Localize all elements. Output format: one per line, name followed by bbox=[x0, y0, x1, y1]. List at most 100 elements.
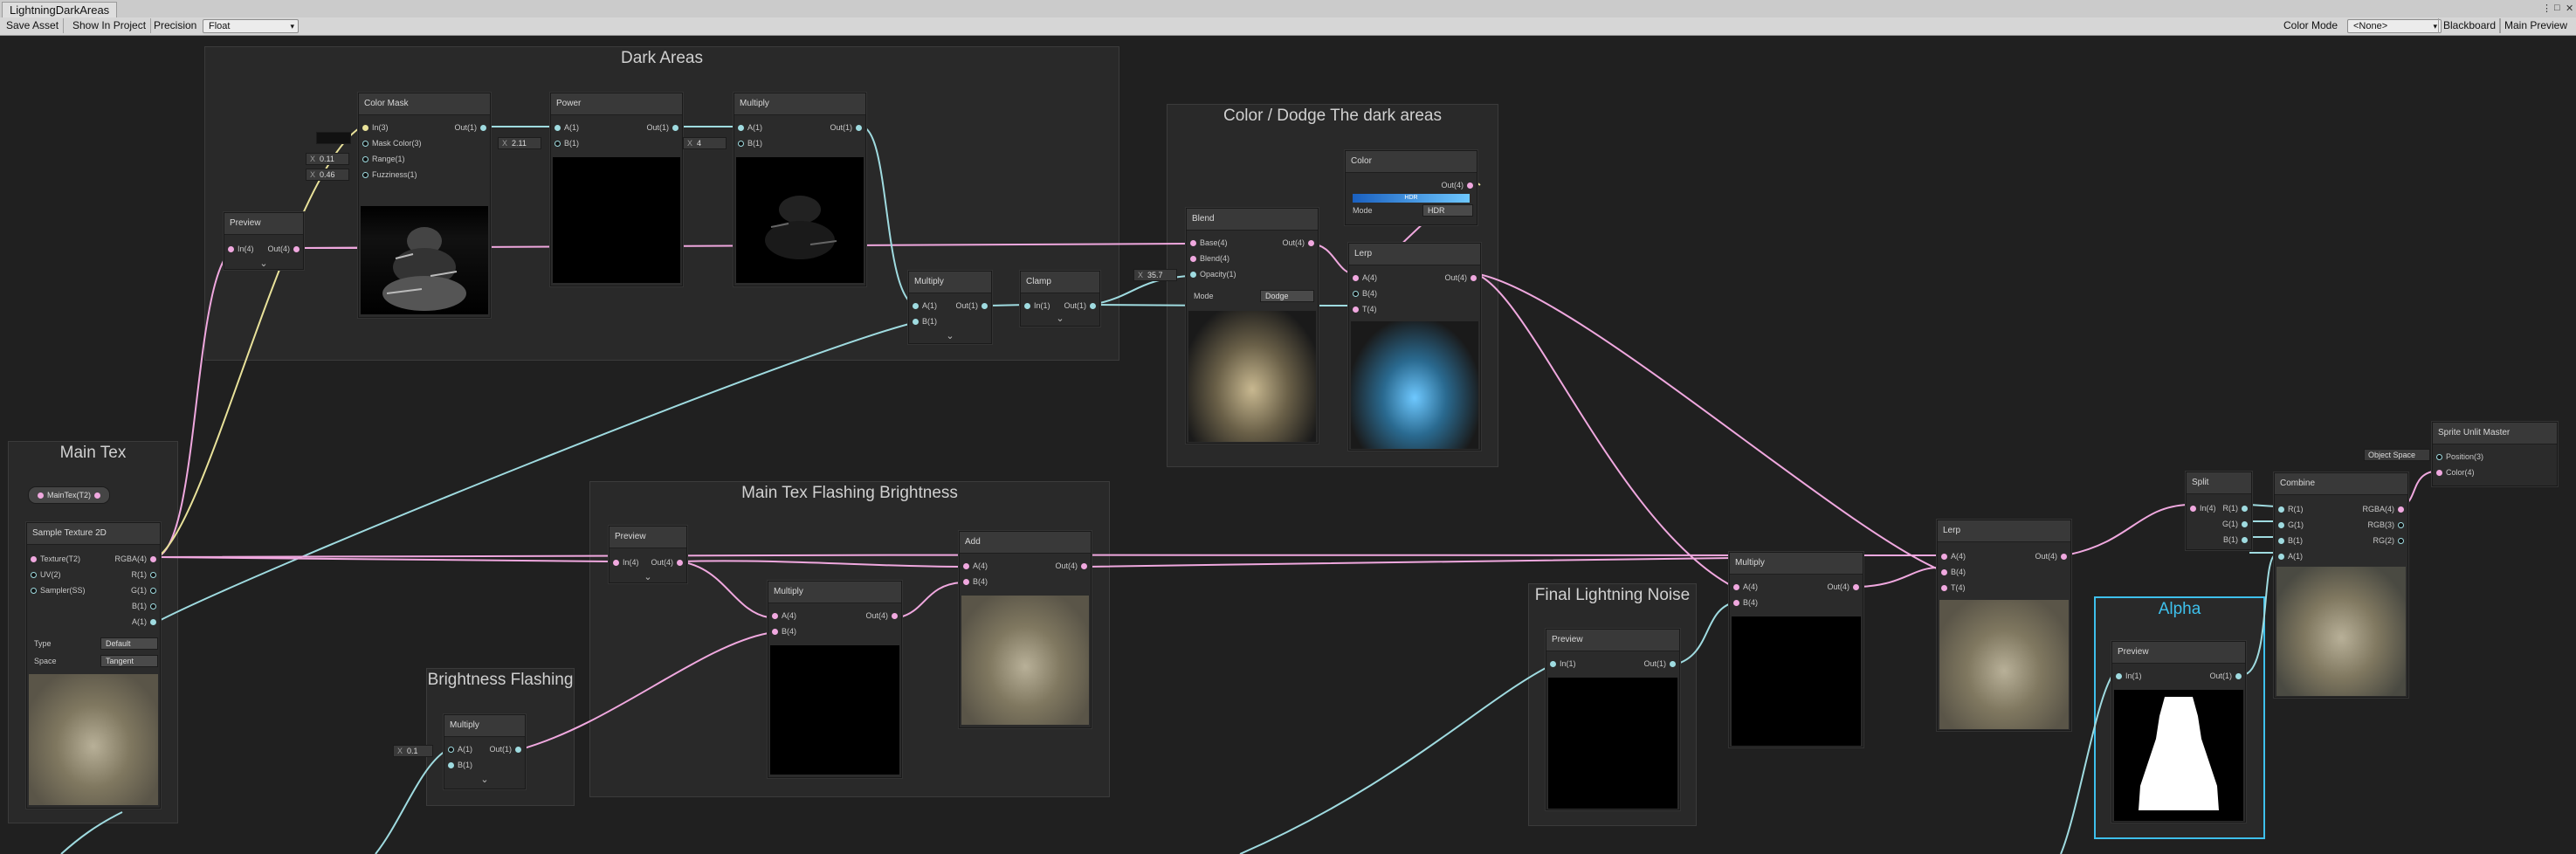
input-port[interactable]: B(4) bbox=[1349, 288, 1377, 299]
output-port[interactable]: Out(1) bbox=[454, 122, 490, 133]
split-node[interactable]: Split In(4) R(1) G(1) B(1) bbox=[2186, 472, 2252, 550]
output-port[interactable]: Out(4) bbox=[2035, 551, 2070, 561]
input-port[interactable]: B(1) bbox=[909, 316, 937, 327]
output-port[interactable]: Out(1) bbox=[1643, 658, 1679, 669]
input-port[interactable]: Color(4) bbox=[2433, 467, 2475, 478]
output-port[interactable]: A(1) bbox=[132, 616, 160, 627]
input-port[interactable]: A(4) bbox=[1349, 272, 1377, 283]
input-port[interactable]: B(1) bbox=[2275, 535, 2303, 546]
input-port[interactable]: B(4) bbox=[1938, 567, 1966, 577]
power-node[interactable]: Power A(1) B(1) Out(1) bbox=[550, 93, 683, 286]
preview-node[interactable]: Preview In(1) Out(1) bbox=[1546, 629, 1680, 810]
output-port[interactable]: RGBA(4) bbox=[114, 554, 160, 564]
multiply-node[interactable]: Multiply A(4) B(4) Out(4) bbox=[1729, 552, 1863, 747]
output-port[interactable]: Out(1) bbox=[830, 122, 865, 133]
sample-texture-2d-node[interactable]: Sample Texture 2D Texture(T2) UV(2) Samp… bbox=[26, 522, 161, 809]
opacity-field[interactable]: X 35.7 bbox=[1133, 269, 1177, 281]
type-dropdown[interactable]: Default bbox=[100, 637, 158, 650]
input-port[interactable]: A(4) bbox=[960, 561, 988, 571]
clamp-node[interactable]: Clamp In(1) Out(1) ⌄ bbox=[1020, 271, 1100, 327]
input-port[interactable]: A(1) bbox=[909, 300, 937, 311]
multiply-a-field[interactable]: X 0.1 bbox=[393, 745, 433, 757]
input-port[interactable]: B(1) bbox=[551, 138, 579, 148]
input-port[interactable]: UV(2) bbox=[27, 569, 61, 580]
output-port[interactable]: Out(1) bbox=[646, 122, 682, 133]
input-port[interactable]: T(4) bbox=[1349, 304, 1377, 314]
input-port[interactable]: A(1) bbox=[551, 122, 579, 133]
hdr-color-swatch[interactable]: HDR bbox=[1353, 194, 1470, 203]
color-mode-node-dropdown[interactable]: HDR bbox=[1422, 204, 1473, 217]
multiply-node[interactable]: Multiply A(1) B(1) Out(1) ⌄ bbox=[444, 714, 526, 789]
lerp-node[interactable]: Lerp A(4) B(4) T(4) Out(4) bbox=[1937, 520, 2071, 731]
add-node[interactable]: Add A(4) B(4) Out(4) bbox=[959, 531, 1092, 728]
output-port[interactable]: RG(2) bbox=[2373, 535, 2408, 546]
input-port[interactable]: In(4) bbox=[610, 557, 639, 568]
output-port[interactable]: R(1) bbox=[132, 569, 161, 580]
input-port[interactable]: Range(1) bbox=[359, 154, 405, 164]
input-port[interactable]: A(4) bbox=[768, 610, 796, 621]
mask-color-swatch[interactable] bbox=[316, 132, 351, 144]
fuzziness-field[interactable]: X 0.46 bbox=[306, 169, 349, 181]
input-port[interactable]: A(1) bbox=[734, 122, 762, 133]
input-port[interactable]: A(1) bbox=[444, 744, 472, 754]
output-port[interactable]: RGB(3) bbox=[2367, 520, 2407, 530]
input-port[interactable]: Texture(T2) bbox=[27, 554, 80, 564]
output-port[interactable]: Out(1) bbox=[1064, 300, 1099, 311]
collapse-chevron-icon[interactable]: ⌄ bbox=[909, 330, 991, 341]
color-mask-node[interactable]: Color Mask In(3) Mask Color(3) Range(1) … bbox=[358, 93, 491, 318]
input-port[interactable]: Position(3) bbox=[2433, 451, 2483, 462]
input-port[interactable]: Mask Color(3) bbox=[359, 138, 422, 148]
output-port[interactable]: Out(1) bbox=[955, 300, 991, 311]
input-port[interactable]: In(4) bbox=[2187, 503, 2216, 513]
blend-node[interactable]: Blend Base(4) Blend(4) Opacity(1) Out(4)… bbox=[1186, 208, 1319, 444]
multiply-node[interactable]: Multiply A(1) B(1) Out(1) ⌄ bbox=[908, 271, 992, 344]
main-tex-property[interactable]: MainTex(T2) bbox=[28, 486, 111, 504]
output-port[interactable]: RGBA(4) bbox=[2362, 504, 2407, 514]
output-port[interactable]: Out(1) bbox=[2209, 671, 2245, 681]
preview-node[interactable]: Preview In(4) Out(4) ⌄ bbox=[224, 212, 304, 270]
input-port[interactable]: B(4) bbox=[960, 576, 988, 587]
output-port[interactable]: Out(1) bbox=[489, 744, 525, 754]
range-field[interactable]: X 0.11 bbox=[306, 153, 349, 165]
preview-node[interactable]: Preview In(1) Out(1) bbox=[2111, 641, 2246, 823]
input-port[interactable]: In(4) bbox=[224, 244, 254, 254]
input-port[interactable]: In(1) bbox=[2112, 671, 2142, 681]
output-port[interactable]: B(1) bbox=[2223, 534, 2251, 545]
multiply-b-field[interactable]: X4 bbox=[683, 137, 727, 149]
input-port[interactable]: In(3) bbox=[359, 122, 389, 133]
output-port[interactable]: Out(4) bbox=[865, 610, 901, 621]
collapse-chevron-icon[interactable]: ⌄ bbox=[1021, 313, 1099, 324]
lerp-node[interactable]: Lerp A(4) B(4) T(4) Out(4) bbox=[1348, 243, 1481, 451]
input-port[interactable]: G(1) bbox=[2275, 520, 2304, 530]
input-port[interactable]: Fuzziness(1) bbox=[359, 169, 417, 180]
object-space-field[interactable]: Object Space bbox=[2364, 449, 2430, 461]
multiply-node[interactable]: Multiply A(4) B(4) Out(4) bbox=[768, 581, 902, 778]
multiply-node[interactable]: Multiply A(1) B(1) Out(1) bbox=[734, 93, 866, 286]
input-port[interactable]: In(1) bbox=[1021, 300, 1050, 311]
input-port[interactable]: T(4) bbox=[1938, 582, 1966, 593]
input-port[interactable]: B(4) bbox=[1730, 597, 1758, 608]
output-port[interactable]: Out(4) bbox=[1827, 582, 1863, 592]
input-port[interactable]: Base(4) bbox=[1187, 238, 1228, 248]
collapse-chevron-icon[interactable]: ⌄ bbox=[610, 571, 686, 582]
output-port[interactable]: B(1) bbox=[132, 601, 160, 611]
input-port[interactable]: Sampler(SS) bbox=[27, 585, 86, 596]
color-node[interactable]: Color Out(4) HDR Mode HDR bbox=[1345, 150, 1477, 225]
output-port[interactable]: R(1) bbox=[2223, 503, 2252, 513]
input-port[interactable]: B(4) bbox=[768, 626, 796, 637]
input-port[interactable]: B(1) bbox=[734, 138, 762, 148]
input-port[interactable]: A(4) bbox=[1730, 582, 1758, 592]
input-port[interactable]: Blend(4) bbox=[1187, 253, 1229, 264]
combine-node[interactable]: Combine R(1) G(1) B(1) A(1) RGBA(4) RGB(… bbox=[2274, 472, 2408, 698]
input-port[interactable]: R(1) bbox=[2275, 504, 2304, 514]
input-port[interactable]: B(1) bbox=[444, 760, 472, 770]
output-port[interactable]: Out(4) bbox=[1282, 238, 1318, 248]
collapse-chevron-icon[interactable]: ⌄ bbox=[224, 258, 303, 269]
output-port[interactable]: Out(4) bbox=[1444, 272, 1480, 283]
preview-node[interactable]: Preview In(4) Out(4) ⌄ bbox=[609, 526, 687, 583]
blend-mode-dropdown[interactable]: Dodge bbox=[1260, 290, 1314, 302]
output-port[interactable]: Out(4) bbox=[651, 557, 686, 568]
input-port[interactable]: Opacity(1) bbox=[1187, 269, 1236, 279]
output-port[interactable]: Out(4) bbox=[1055, 561, 1091, 571]
collapse-chevron-icon[interactable]: ⌄ bbox=[444, 774, 525, 785]
